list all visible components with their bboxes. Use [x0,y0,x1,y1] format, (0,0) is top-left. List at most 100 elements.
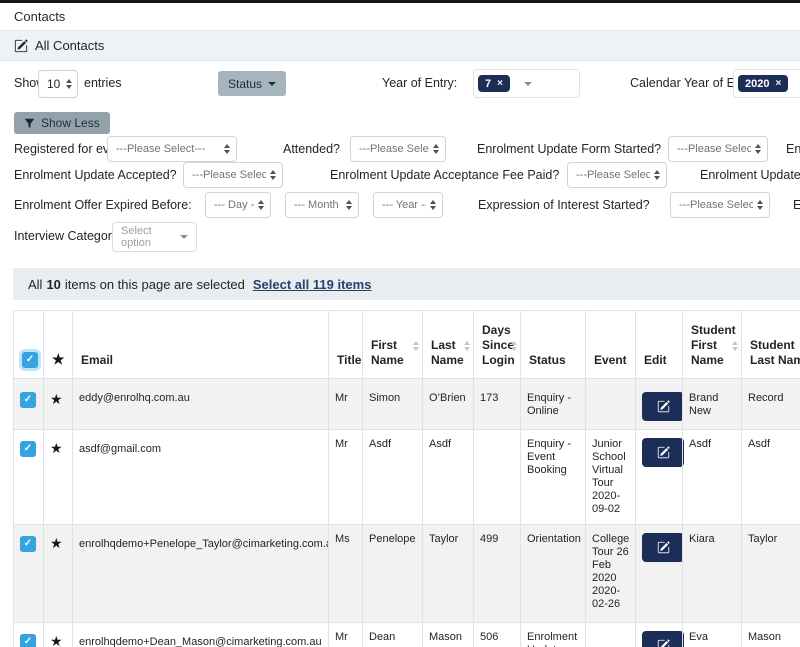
year-of-entry-label: Year of Entry: [382,76,457,90]
edit-button[interactable] [642,392,684,421]
table-row: ✓ ★ eddy@enrolhq.com.au Mr Simon O’Brien… [14,379,800,430]
header-event: Event [586,311,636,379]
event-cell: College Tour 26 Feb 2020 2020-02-26 [586,524,636,622]
header-star: ★ [44,311,73,379]
sort-icon[interactable] [464,341,470,351]
banner-text: items on this page are selected [65,277,245,292]
enrolment-update-accepted-select[interactable]: ---Please Select--- [183,162,283,188]
contacts-table: ✓ ★ Email Title First Name Last Name Day… [13,310,800,647]
row-checkbox[interactable]: ✓ [20,634,36,647]
stepper-icon [755,144,761,154]
stepper-icon [757,200,763,210]
header-label: Days Since Login [482,323,515,367]
star-icon: ★ [52,351,65,367]
select-value: ---Please Select--- [359,143,429,155]
header-student-last-name[interactable]: Student Last Name [742,311,800,379]
all-contacts-bar: All Contacts [0,31,800,61]
stepper-icon [654,170,660,180]
status-cell: Orientation [521,524,586,622]
enrolment-update-form-started-select[interactable]: ---Please Select--- [668,136,768,162]
tag-remove-icon[interactable]: × [775,78,781,89]
expiry-month-select[interactable]: --- Month --- [285,192,359,218]
sort-icon[interactable] [732,341,738,351]
table-row: ✓ ★ enrolhqdemo+Dean_Mason@cimarketing.c… [14,622,800,647]
filter-label-enrolment-update-acceptance-fee-paid: Enrolment Update Acceptance Fee Paid? [330,168,559,182]
status-cell: Enquiry - Event Booking [521,430,586,525]
last-name-cell: Asdf [423,430,474,525]
page-title: Contacts [0,3,800,31]
student-last-name-cell: Asdf [742,430,800,525]
expiry-year-select[interactable]: --- Year --- [373,192,443,218]
link-text: Select all [253,277,309,292]
email-cell: asdf@gmail.com [73,430,329,525]
attended-select[interactable]: ---Please Select--- [350,136,446,162]
registered-for-event-select[interactable]: ---Please Select--- [107,136,237,162]
select-value: --- Day --- [214,199,254,211]
edit-button[interactable] [642,533,684,562]
entries-select[interactable]: 10 [38,70,78,98]
filter-label-expression-of-interest-started: Expression of Interest Started? [478,198,650,212]
tag-remove-icon[interactable]: × [497,78,503,89]
status-dropdown-button[interactable]: Status [218,71,286,96]
filter-label-enrolment-offer-expired-before: Enrolment Offer Expired Before: [14,198,192,212]
total-count: 119 [313,277,334,292]
row-checkbox[interactable]: ✓ [20,441,36,457]
show-less-row: Show Less [0,112,800,136]
calendar-year-multiselect[interactable]: 2020 × [733,69,800,98]
contacts-table-wrap: ✓ ★ Email Title First Name Last Name Day… [13,310,800,647]
student-last-name-cell: Taylor [742,524,800,622]
all-contacts-label: All Contacts [35,38,104,53]
header-last-name[interactable]: Last Name [423,311,474,379]
edit-button[interactable] [642,631,684,647]
select-value: --- Year --- [382,199,426,211]
header-student-first-name[interactable]: Student First Name [683,311,742,379]
expiry-day-select[interactable]: --- Day --- [205,192,271,218]
row-checkbox[interactable]: ✓ [20,392,36,408]
row-checkbox[interactable]: ✓ [20,536,36,552]
link-text: items [337,277,371,292]
table-row: ✓ ★ enrolhqdemo+Penelope_Taylor@cimarket… [14,524,800,622]
days-since-login-cell [474,430,521,525]
star-icon[interactable]: ★ [50,440,63,456]
header-first-name[interactable]: First Name [363,311,423,379]
days-since-login-cell: 173 [474,379,521,430]
title-cell: Mr [329,379,363,430]
calendar-year-tag: 2020 × [738,75,788,92]
header-title: Title [329,311,363,379]
sort-icon[interactable] [413,341,419,351]
stepper-icon [224,144,230,154]
show-less-button[interactable]: Show Less [14,112,110,134]
pencil-square-icon [14,39,28,53]
select-all-link[interactable]: Select all 119 items [253,277,372,292]
student-first-name-cell: Asdf [683,430,742,525]
stepper-icon [433,144,439,154]
chevron-down-icon [268,82,276,86]
student-last-name-cell: Record [742,379,800,430]
filter-label-expression-of-interest-paid: Expression of Interest Paid? [793,198,800,212]
year-of-entry-multiselect[interactable]: 7 × [473,69,580,98]
expression-of-interest-started-select[interactable]: ---Please Select--- [670,192,770,218]
table-row: ✓ ★ asdf@gmail.com Mr Asdf Asdf Enquiry … [14,430,800,525]
star-icon[interactable]: ★ [50,633,63,647]
sort-icon[interactable] [511,341,517,351]
edit-button[interactable] [642,438,684,467]
days-since-login-cell: 499 [474,524,521,622]
star-icon[interactable]: ★ [50,535,63,551]
header-days-since-login[interactable]: Days Since Login [474,311,521,379]
show-less-label: Show Less [41,116,100,130]
interview-categories-select[interactable]: Select option [112,222,197,252]
event-cell [586,622,636,647]
event-cell: Junior School Virtual Tour 2020-09-02 [586,430,636,525]
header-status: Status [521,311,586,379]
star-icon[interactable]: ★ [50,391,63,407]
filter-label-truncated: Enrolme [786,142,800,156]
select-all-checkbox[interactable]: ✓ [22,352,38,368]
year-of-entry-tag: 7 × [478,75,510,92]
contacts-page: Contacts All Contacts Show 10 entries St… [0,0,800,647]
enrolment-update-acceptance-fee-paid-select[interactable]: ---Please Select--- [567,162,667,188]
select-placeholder: Select option [121,225,180,249]
chevron-down-icon [524,82,532,86]
status-cell: Enrolment Update [521,622,586,647]
last-name-cell: O’Brien [423,379,474,430]
header-label: Last Name [431,338,464,367]
